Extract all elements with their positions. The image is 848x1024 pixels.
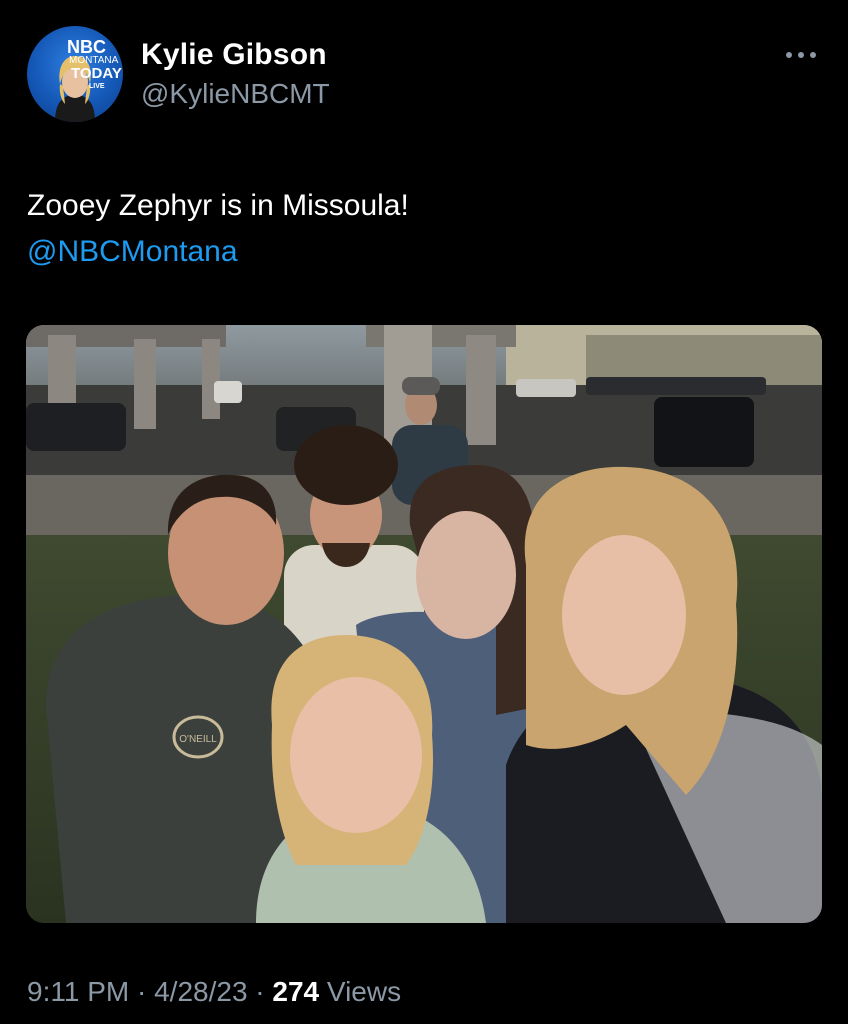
meta-separator: · <box>136 976 147 1007</box>
more-options-button[interactable] <box>782 40 822 70</box>
tweet-meta: 9:11 PM · 4/28/23 · 274 Views <box>27 976 401 1008</box>
group-selfie-image: O'NEILL <box>26 325 822 923</box>
avatar-logo-nbc: NBC <box>67 37 106 57</box>
shirt-logo-text: O'NEILL <box>179 734 217 745</box>
author-display-name[interactable]: Kylie Gibson <box>141 38 327 72</box>
meta-separator: · <box>255 976 265 1007</box>
avatar-logo-today: TODAY <box>71 65 122 82</box>
tweet-date[interactable]: 4/28/23 <box>154 976 247 1007</box>
avatar-logo-live: LIVE <box>89 83 105 90</box>
mention-link[interactable]: @NBCMontana <box>27 230 238 274</box>
author-handle[interactable]: @KylieNBCMT <box>141 78 330 110</box>
views-label: Views <box>326 976 402 1007</box>
views-count: 274 <box>272 976 320 1007</box>
author-avatar[interactable]: NBC MONTANA TODAY LIVE <box>27 26 123 122</box>
tweet-photo[interactable]: O'NEILL <box>26 325 822 923</box>
tweet-text: Zooey Zephyr is in Missoula! <box>27 189 409 222</box>
tweet-time[interactable]: 9:11 PM <box>27 976 129 1007</box>
